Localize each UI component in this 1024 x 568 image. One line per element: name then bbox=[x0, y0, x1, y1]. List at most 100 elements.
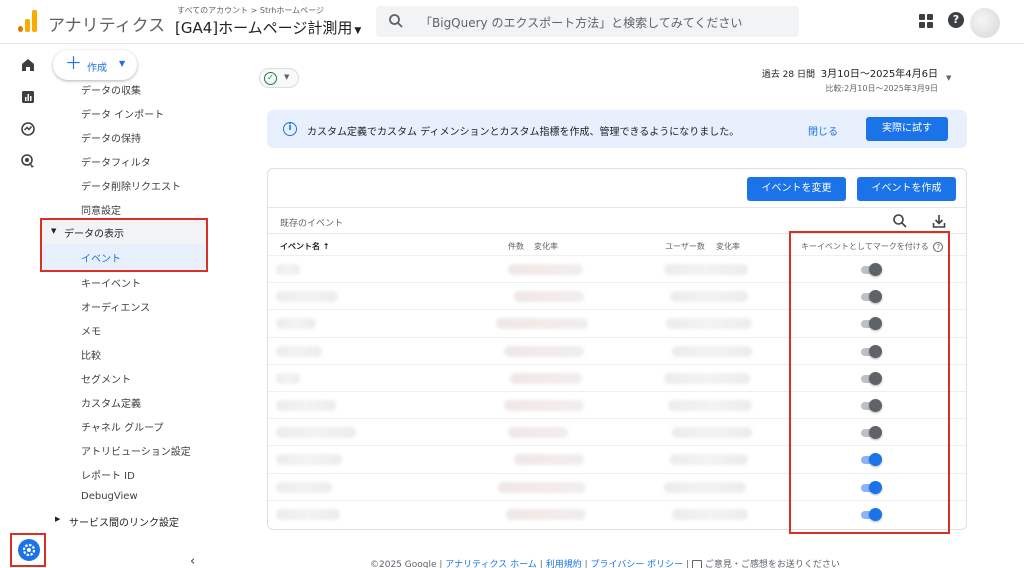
check-circle-icon: ✓ bbox=[264, 72, 277, 85]
footer-link-home[interactable]: アナリティクス ホーム bbox=[445, 560, 537, 568]
explore-icon[interactable] bbox=[19, 120, 37, 138]
footer-copyright: ©2025 Google | bbox=[370, 560, 443, 568]
redacted-cell bbox=[672, 508, 748, 520]
footer-link-terms[interactable]: 利用規約 bbox=[546, 560, 582, 568]
sidebar-item-debugview[interactable]: DebugView bbox=[81, 491, 138, 502]
create-event-button[interactable]: イベントを作成 bbox=[857, 177, 956, 201]
redacted-cell bbox=[276, 264, 300, 275]
sidebar-item-events[interactable]: イベント bbox=[42, 244, 206, 270]
active-section-highlight: ▼ データの表示 イベント bbox=[40, 218, 208, 272]
sidebar-item-comparisons[interactable]: 比較 bbox=[81, 347, 101, 362]
brand-name: アナリティクス bbox=[48, 16, 166, 36]
column-users[interactable]: ユーザー数 bbox=[665, 241, 705, 252]
sidebar-item-report-id[interactable]: レポート ID bbox=[81, 467, 135, 482]
banner-close-link[interactable]: 閉じる bbox=[808, 123, 838, 138]
section-service-links-label: サービス間のリンク設定 bbox=[69, 518, 179, 529]
sidebar-item-segments[interactable]: セグメント bbox=[81, 371, 131, 386]
create-button[interactable]: ＋ 作成 ▼ bbox=[53, 50, 137, 80]
section-data-display-label: データの表示 bbox=[64, 229, 124, 240]
section-data-display[interactable]: ▼ データの表示 bbox=[42, 220, 206, 244]
column-event-name[interactable]: イベント名 ↑ bbox=[280, 241, 330, 252]
data-status-chip[interactable]: ✓ ▼ bbox=[259, 68, 299, 88]
redacted-cell bbox=[510, 372, 582, 384]
divider bbox=[268, 207, 966, 208]
date-range-value: 3月10日～2025年4月6日 bbox=[820, 69, 938, 80]
column-count[interactable]: 件数 bbox=[508, 241, 524, 252]
redacted-cell bbox=[276, 372, 300, 384]
create-label: 作成 bbox=[87, 63, 107, 74]
redacted-cell bbox=[504, 400, 584, 411]
sidebar-item-notes[interactable]: メモ bbox=[81, 323, 101, 338]
home-icon[interactable] bbox=[19, 56, 37, 74]
redacted-cell bbox=[670, 454, 748, 466]
redacted-cell bbox=[670, 291, 748, 303]
info-icon: i bbox=[283, 122, 297, 136]
footer-separator: | bbox=[686, 560, 690, 568]
admin-sidebar: データの収集 ＋ 作成 ▼ データ インポート データの保持 データフィルタ デ… bbox=[40, 44, 215, 568]
sidebar-item-data-filters[interactable]: データフィルタ bbox=[81, 154, 151, 169]
date-range-picker[interactable]: 過去 28 日間 3月10日～2025年4月6日 比較:2月10日～2025年3… bbox=[762, 65, 938, 94]
feedback-icon[interactable] bbox=[691, 560, 702, 568]
banner-message: カスタム定義でカスタム ディメンションとカスタム指標を作成、管理できるようになり… bbox=[307, 127, 740, 138]
redacted-cell bbox=[276, 427, 356, 439]
redacted-cell bbox=[496, 318, 588, 330]
left-rail bbox=[9, 44, 47, 568]
redacted-cell bbox=[668, 400, 752, 411]
sidebar-item-custom-definitions[interactable]: カスタム定義 bbox=[81, 395, 141, 410]
caret-down-icon: ▼ bbox=[51, 227, 57, 235]
advertising-icon[interactable] bbox=[19, 152, 37, 170]
date-range-label: 過去 28 日間 bbox=[761, 70, 815, 80]
redacted-cell bbox=[276, 345, 322, 357]
sidebar-item-data-collection[interactable]: データの収集 bbox=[81, 82, 141, 97]
sidebar-item-events-label: イベント bbox=[81, 254, 121, 265]
modify-event-button[interactable]: イベントを変更 bbox=[747, 177, 846, 201]
settings-highlight bbox=[10, 533, 46, 567]
search-icon[interactable] bbox=[892, 213, 908, 229]
sidebar-item-consent[interactable]: 同意設定 bbox=[81, 202, 121, 217]
redacted-cell bbox=[498, 481, 586, 493]
redacted-cell bbox=[276, 481, 332, 493]
column-users-change[interactable]: 変化率 bbox=[716, 241, 740, 252]
footer-link-privacy[interactable]: プライバシー ポリシー bbox=[591, 560, 684, 568]
reports-icon[interactable] bbox=[19, 88, 37, 106]
help-icon[interactable]: ? bbox=[948, 12, 964, 28]
sidebar-item-attribution[interactable]: アトリビューション設定 bbox=[81, 443, 191, 458]
gear-icon bbox=[22, 543, 36, 557]
redacted-cell bbox=[506, 508, 586, 520]
footer: ©2025 Google | アナリティクス ホーム | 利用規約 | プライバ… bbox=[370, 557, 840, 568]
redacted-cell bbox=[276, 454, 342, 466]
redacted-cell bbox=[508, 264, 583, 275]
chevron-down-icon[interactable]: ▼ bbox=[946, 74, 951, 82]
redacted-cell bbox=[504, 345, 584, 357]
existing-events-title: 既存のイベント bbox=[280, 219, 344, 229]
info-banner: i カスタム定義でカスタム ディメンションとカスタム指標を作成、管理できるように… bbox=[267, 110, 967, 148]
column-count-change[interactable]: 変化率 bbox=[534, 241, 558, 252]
try-it-button[interactable]: 実際に試す bbox=[866, 117, 948, 141]
redacted-cell bbox=[672, 345, 752, 357]
sidebar-item-data-retention[interactable]: データの保持 bbox=[81, 130, 141, 145]
account-breadcrumb[interactable]: すべてのアカウント > Strhホームページ bbox=[177, 5, 324, 16]
caret-right-icon: ▶ bbox=[55, 515, 61, 523]
apps-grid-icon[interactable] bbox=[919, 14, 933, 28]
sidebar-item-audiences[interactable]: オーディエンス bbox=[81, 299, 150, 314]
sidebar-item-key-events[interactable]: キーイベント bbox=[81, 275, 141, 290]
redacted-cell bbox=[276, 291, 338, 303]
top-bar: アナリティクス すべてのアカウント > Strhホームページ [GA4]ホームペ… bbox=[0, 0, 1024, 44]
search-icon bbox=[389, 14, 403, 28]
download-icon[interactable] bbox=[931, 213, 947, 229]
collapse-sidebar-icon[interactable]: ‹ bbox=[190, 554, 195, 568]
section-service-links[interactable]: ▶ サービス間のリンク設定 bbox=[55, 510, 205, 532]
redacted-cell bbox=[666, 318, 752, 330]
settings-button[interactable] bbox=[18, 539, 40, 561]
chevron-down-icon: ▼ bbox=[284, 73, 290, 81]
sidebar-item-data-deletion[interactable]: データ削除リクエスト bbox=[81, 178, 181, 193]
footer-feedback[interactable]: ご意見・ご感想をお送りください bbox=[705, 560, 840, 568]
property-selector[interactable]: [GA4]ホームページ計測用 ▼ bbox=[175, 17, 361, 38]
sidebar-item-channel-groups[interactable]: チャネル グループ bbox=[81, 419, 163, 434]
avatar[interactable] bbox=[970, 8, 1000, 38]
redacted-cell bbox=[672, 427, 752, 439]
analytics-logo-icon[interactable] bbox=[18, 10, 38, 32]
sidebar-item-data-import[interactable]: データ インポート bbox=[81, 106, 164, 121]
redacted-cell bbox=[664, 481, 746, 493]
search-input[interactable]: 「BigQuery のエクスポート方法」と検索してみてください bbox=[376, 6, 799, 37]
